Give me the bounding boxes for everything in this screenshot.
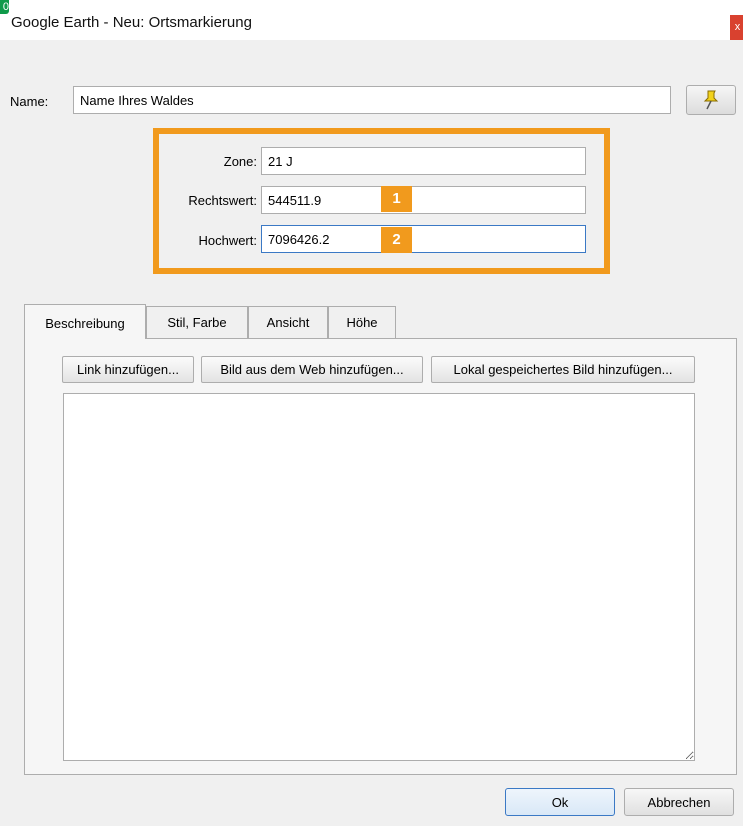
title-bar: Google Earth - Neu: Ortsmarkierung x xyxy=(0,0,743,40)
add-link-button[interactable]: Link hinzufügen... xyxy=(62,356,194,383)
add-local-image-button[interactable]: Lokal gespeichertes Bild hinzufügen... xyxy=(431,356,695,383)
easting-input[interactable] xyxy=(261,186,586,214)
easting-label: Rechtswert: xyxy=(188,193,257,208)
pushpin-icon xyxy=(703,90,719,110)
ok-button[interactable]: Ok xyxy=(505,788,615,816)
cancel-button[interactable]: Abbrechen xyxy=(624,788,734,816)
tab-stil-farbe[interactable]: Stil, Farbe xyxy=(146,306,248,338)
tab-hoehe[interactable]: Höhe xyxy=(328,306,396,338)
description-textarea[interactable] xyxy=(63,393,695,761)
window-title: Google Earth - Neu: Ortsmarkierung xyxy=(11,14,252,31)
tab-ansicht[interactable]: Ansicht xyxy=(248,306,328,338)
zone-label: Zone: xyxy=(223,154,257,169)
northing-input[interactable] xyxy=(261,225,586,253)
tab-beschreibung[interactable]: Beschreibung xyxy=(24,304,146,339)
northing-label: Hochwert: xyxy=(198,233,257,248)
marker-badge-1: 1 xyxy=(381,186,412,212)
add-web-image-button[interactable]: Bild aus dem Web hinzufügen... xyxy=(201,356,423,383)
name-label: Name: xyxy=(10,94,49,109)
marker-badge-2: 2 xyxy=(381,227,412,253)
zone-input[interactable] xyxy=(261,147,586,175)
close-button[interactable]: x xyxy=(730,15,743,40)
corner-badge: 0 xyxy=(0,0,9,14)
name-input[interactable] xyxy=(73,86,671,114)
pushpin-style-button[interactable] xyxy=(686,85,736,115)
